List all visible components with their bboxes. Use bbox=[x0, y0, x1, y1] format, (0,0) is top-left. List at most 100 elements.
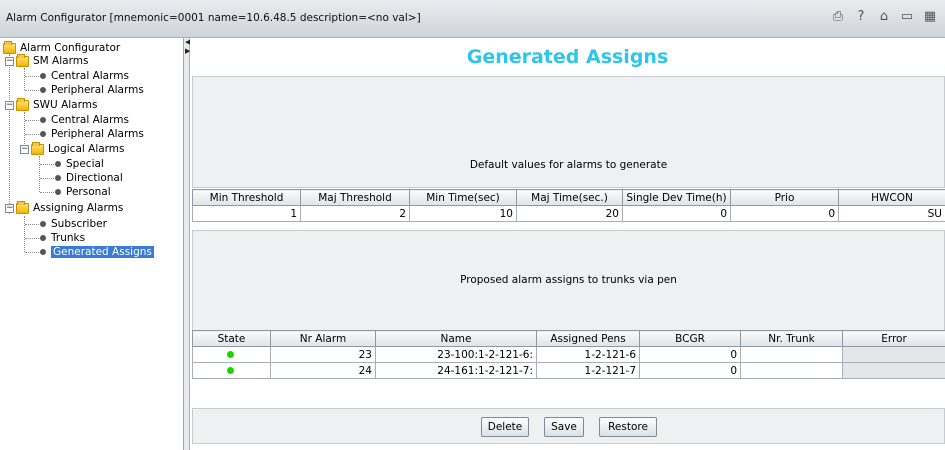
leaf-icon bbox=[55, 175, 61, 181]
tree-connector bbox=[25, 238, 39, 239]
maj-threshold-cell[interactable]: 2 bbox=[300, 205, 410, 222]
column-header[interactable]: Min Time(sec) bbox=[409, 189, 517, 206]
proposed-panel: Proposed alarm assigns to trunks via pen bbox=[192, 230, 945, 332]
collapse-icon[interactable]: − bbox=[20, 144, 29, 154]
folder-icon bbox=[16, 200, 29, 214]
column-header[interactable]: Prio bbox=[730, 189, 839, 206]
tree-item-assigning-alarms[interactable]: − Assigning Alarms bbox=[5, 200, 123, 215]
window-titlebar: Alarm Configurator [mnemonic=0001 name=1… bbox=[0, 0, 945, 38]
nr-alarm-cell[interactable]: 23 bbox=[270, 346, 376, 363]
table-header-row: Min Threshold Maj Threshold Min Time(sec… bbox=[192, 189, 945, 206]
error-cell bbox=[842, 362, 945, 379]
tree-item-sm-peripheral-alarms[interactable]: Peripheral Alarms bbox=[40, 83, 144, 97]
column-header[interactable]: BCGR bbox=[639, 330, 741, 347]
delete-button[interactable]: Delete bbox=[481, 417, 529, 437]
bcgr-cell[interactable]: 0 bbox=[639, 362, 741, 379]
tree-connector bbox=[24, 68, 25, 90]
tree-item-sm-central-alarms[interactable]: Central Alarms bbox=[40, 69, 129, 83]
column-header[interactable]: HWCON bbox=[838, 189, 945, 206]
assigned-pens-cell[interactable]: 1-2-121-7 bbox=[536, 362, 640, 379]
tree-item-trunks[interactable]: Trunks bbox=[40, 231, 85, 245]
tree-item-label: Trunks bbox=[51, 232, 86, 244]
tree-connector bbox=[25, 76, 39, 77]
assigns-table: State Nr Alarm Name Assigned Pens BCGR N… bbox=[192, 330, 945, 379]
column-header[interactable]: Nr. Trunk bbox=[740, 330, 843, 347]
nr-alarm-cell[interactable]: 24 bbox=[270, 362, 376, 379]
column-header[interactable]: Error bbox=[842, 330, 945, 347]
tree-connector bbox=[25, 120, 39, 121]
column-header[interactable]: Min Threshold bbox=[192, 189, 301, 206]
tree-item-label: Central Alarms bbox=[51, 70, 129, 82]
column-header[interactable]: Maj Threshold bbox=[300, 189, 410, 206]
column-header[interactable]: Maj Time(sec.) bbox=[516, 189, 623, 206]
defaults-panel: Default values for alarms to generate bbox=[192, 76, 945, 188]
restore-button[interactable]: Restore bbox=[599, 417, 657, 437]
tree-item-label: Alarm Configurator bbox=[20, 42, 121, 54]
tree-item-label: Peripheral Alarms bbox=[51, 128, 144, 140]
tree-connector bbox=[40, 164, 54, 165]
state-cell bbox=[192, 362, 271, 379]
save-button[interactable]: Save bbox=[544, 417, 584, 437]
status-ok-icon bbox=[226, 350, 234, 358]
tree-item-special[interactable]: Special bbox=[55, 157, 104, 171]
state-cell bbox=[192, 346, 271, 363]
folder-icon bbox=[16, 53, 29, 67]
hwcon-cell[interactable]: SU bbox=[838, 205, 945, 222]
tree-item-label: Directional bbox=[66, 172, 123, 184]
column-header[interactable]: Name bbox=[375, 330, 537, 347]
leaf-icon bbox=[40, 73, 46, 79]
tree-item-label: SM Alarms bbox=[33, 55, 89, 67]
defaults-table: Min Threshold Maj Threshold Min Time(sec… bbox=[192, 189, 945, 222]
column-header[interactable]: State bbox=[192, 330, 271, 347]
home-icon[interactable]: ⌂ bbox=[877, 9, 891, 24]
tree-connector bbox=[40, 192, 54, 193]
single-dev-time-cell[interactable]: 0 bbox=[622, 205, 731, 222]
bcgr-cell[interactable]: 0 bbox=[639, 346, 741, 363]
nr-trunk-cell[interactable] bbox=[740, 346, 843, 363]
collapse-icon[interactable]: − bbox=[5, 100, 14, 110]
collapse-icon[interactable]: − bbox=[5, 56, 14, 66]
tree-item-swu-alarms[interactable]: − SWU Alarms bbox=[5, 97, 98, 112]
tree-item-subscriber[interactable]: Subscriber bbox=[40, 217, 107, 231]
column-header[interactable]: Assigned Pens bbox=[536, 330, 640, 347]
maj-time-cell[interactable]: 20 bbox=[516, 205, 623, 222]
tree-item-swu-peripheral-alarms[interactable]: Peripheral Alarms bbox=[40, 127, 144, 141]
leaf-icon bbox=[55, 189, 61, 195]
tree-item-label: Personal bbox=[66, 186, 111, 198]
tree-item-label: Subscriber bbox=[51, 218, 107, 230]
collapse-icon[interactable]: − bbox=[5, 203, 14, 213]
config-icon[interactable]: ▦ bbox=[923, 9, 937, 24]
action-bar: Delete Save Restore bbox=[192, 408, 945, 444]
column-header[interactable]: Nr Alarm bbox=[270, 330, 376, 347]
tree-item-generated-assigns[interactable]: Generated Assigns bbox=[40, 245, 154, 259]
tree-item-directional[interactable]: Directional bbox=[55, 171, 123, 185]
tree-item-swu-central-alarms[interactable]: Central Alarms bbox=[40, 113, 129, 127]
leaf-icon bbox=[55, 161, 61, 167]
folder-icon bbox=[31, 141, 44, 155]
tree-item-label: SWU Alarms bbox=[33, 99, 98, 111]
tree-item-logical-alarms[interactable]: − Logical Alarms bbox=[20, 141, 125, 156]
window-title: Alarm Configurator [mnemonic=0001 name=1… bbox=[6, 12, 421, 24]
export-icon[interactable]: ▭ bbox=[900, 9, 914, 24]
tree-item-label: Logical Alarms bbox=[48, 143, 125, 155]
min-time-cell[interactable]: 10 bbox=[409, 205, 517, 222]
name-cell[interactable]: 24-161:1-2-121-7: bbox=[375, 362, 537, 379]
name-cell[interactable]: 23-100:1-2-121-6: bbox=[375, 346, 537, 363]
table-row[interactable]: 23 23-100:1-2-121-6: 1-2-121-6 0 bbox=[192, 346, 945, 363]
column-header[interactable]: Single Dev Time(h) bbox=[622, 189, 731, 206]
prio-cell[interactable]: 0 bbox=[730, 205, 839, 222]
table-row[interactable]: 24 24-161:1-2-121-7: 1-2-121-7 0 bbox=[192, 362, 945, 379]
tree-item-sm-alarms[interactable]: − SM Alarms bbox=[5, 53, 89, 68]
tree-connector bbox=[40, 178, 54, 179]
assigned-pens-cell[interactable]: 1-2-121-6 bbox=[536, 346, 640, 363]
nr-trunk-cell[interactable] bbox=[740, 362, 843, 379]
help-icon[interactable]: ? bbox=[854, 9, 868, 24]
tree-item-personal[interactable]: Personal bbox=[55, 185, 111, 199]
error-cell bbox=[842, 346, 945, 363]
min-threshold-cell[interactable]: 1 bbox=[192, 205, 301, 222]
main-content: Generated Assigns Default values for ala… bbox=[190, 38, 945, 450]
tree-connector bbox=[25, 134, 39, 135]
table-row: 1 2 10 20 0 0 SU bbox=[192, 205, 945, 222]
print-icon[interactable]: ⎙ bbox=[831, 9, 845, 24]
leaf-icon bbox=[40, 221, 46, 227]
